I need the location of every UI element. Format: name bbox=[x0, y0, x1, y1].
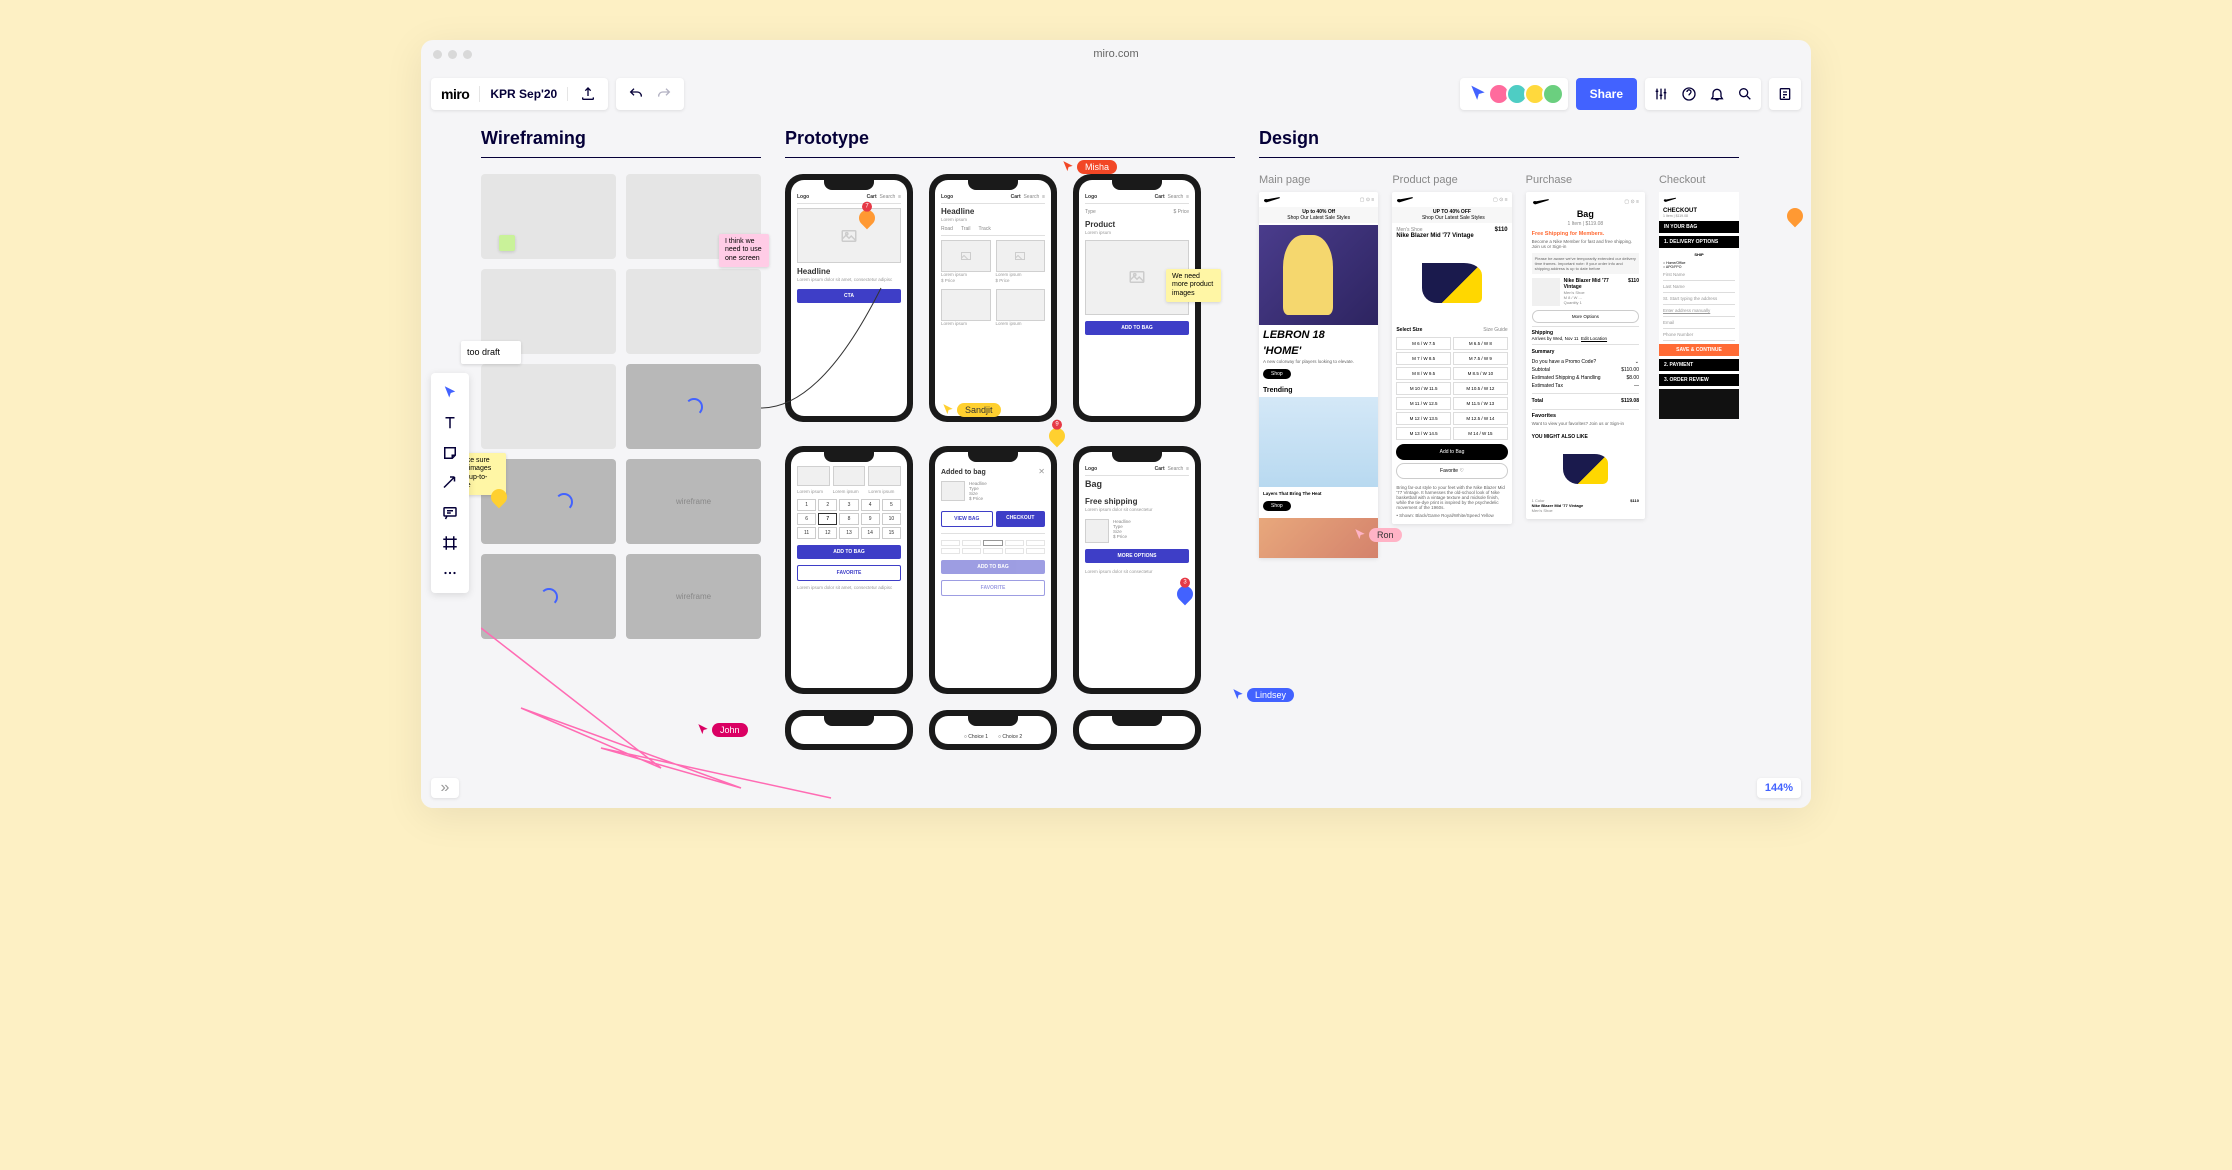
comment-tool[interactable] bbox=[435, 499, 465, 527]
collaborator-avatars[interactable] bbox=[1460, 78, 1568, 110]
design-col-title: Main page bbox=[1259, 174, 1378, 186]
notes-icon[interactable] bbox=[1769, 78, 1801, 110]
comment-icon[interactable] bbox=[499, 235, 515, 251]
collaborator-cursor: Sandjit bbox=[941, 403, 1001, 417]
phone-mockup[interactable]: ○ Choice 1○ Choice 2 bbox=[929, 710, 1057, 750]
share-button[interactable]: Share bbox=[1576, 78, 1637, 110]
select-tool[interactable] bbox=[435, 379, 465, 407]
miro-logo[interactable]: miro bbox=[441, 86, 480, 102]
settings-icon[interactable] bbox=[1651, 84, 1671, 104]
design-col-title: Purchase bbox=[1526, 174, 1645, 186]
redo-icon[interactable] bbox=[654, 84, 674, 104]
zoom-level[interactable]: 144% bbox=[1757, 778, 1801, 798]
sticky-note[interactable]: We need more product images bbox=[1166, 269, 1221, 302]
sticky-tool[interactable] bbox=[435, 439, 465, 467]
export-icon[interactable] bbox=[578, 84, 598, 104]
collaborator-cursor: Lindsey bbox=[1231, 688, 1294, 702]
tool-palette bbox=[431, 373, 469, 593]
close-icon[interactable] bbox=[433, 50, 442, 59]
phone-mockup[interactable]: We need more product images LogoCart Sea… bbox=[1073, 174, 1201, 422]
design-mockup[interactable]: ▢ ⊙ ≡ Bag 1 Item | $119.08 Free Shipping… bbox=[1526, 192, 1645, 519]
section-prototype: Prototype LogoCart Search ≡ 7 Headline L… bbox=[785, 128, 1235, 808]
wireframe-sketch[interactable]: too draft bbox=[481, 269, 616, 354]
undo-redo bbox=[616, 78, 684, 110]
phone-mockup[interactable] bbox=[1073, 710, 1201, 750]
more-tool[interactable] bbox=[435, 559, 465, 587]
browser-url: miro.com bbox=[1093, 48, 1138, 60]
section-design: Design Main page ▢ ⊙ ≡ Up to 40% OffShop… bbox=[1259, 128, 1739, 808]
maximize-icon[interactable] bbox=[463, 50, 472, 59]
collaborator-cursor: Misha bbox=[1061, 160, 1117, 174]
wireframe-placeholder[interactable]: wireframe bbox=[626, 459, 761, 544]
phone-headline: Headline bbox=[797, 267, 901, 276]
comment-icon[interactable]: 9 bbox=[1046, 425, 1069, 448]
phone-mockup[interactable] bbox=[785, 710, 913, 750]
design-col-product: Product page Make sure the images are up… bbox=[1392, 174, 1511, 558]
collaborator-cursor: John bbox=[696, 723, 748, 737]
frame-tool[interactable] bbox=[435, 529, 465, 557]
design-mockup[interactable]: ▢ ⊙ ≡ Up to 40% OffShop Our Latest Sale … bbox=[1259, 192, 1378, 558]
wireframe-sketch[interactable] bbox=[626, 269, 761, 354]
design-col-purchase: Purchase ▢ ⊙ ≡ Bag 1 Item | $119.08 Free… bbox=[1526, 174, 1645, 558]
wireframe-sketch[interactable] bbox=[481, 174, 616, 259]
phone-cta: CTA bbox=[797, 289, 901, 303]
browser-titlebar: miro.com bbox=[421, 40, 1811, 68]
search-icon[interactable] bbox=[1735, 84, 1755, 104]
wireframe-loading[interactable] bbox=[626, 364, 761, 449]
minimize-icon[interactable] bbox=[448, 50, 457, 59]
canvas[interactable]: Wireframing I think we need to use one s… bbox=[481, 128, 1811, 808]
nike-logo-icon bbox=[1263, 196, 1281, 204]
phone-mockup[interactable]: 9 Added to bag✕ HeadlineTypeSize$ Price … bbox=[929, 446, 1057, 694]
miro-app: miro KPR Sep'20 Share bbox=[421, 68, 1811, 808]
comment-icon[interactable] bbox=[1784, 205, 1807, 228]
traffic-lights[interactable] bbox=[433, 50, 472, 59]
design-mockup[interactable]: Make sure the images are up-to-date ▢ ⊙ … bbox=[1392, 192, 1511, 524]
phone-mockup[interactable]: LogoCart Search ≡ 7 Headline Lorem ipsum… bbox=[785, 174, 913, 422]
collaborator-cursor: Ron bbox=[1353, 528, 1402, 542]
undo-icon[interactable] bbox=[626, 84, 646, 104]
phone-mockup[interactable]: 3 LogoCart Search ≡ Bag Free shipping Lo… bbox=[1073, 446, 1201, 694]
expand-icon[interactable]: » bbox=[431, 778, 459, 798]
design-mockup[interactable]: CHECKOUT 1 Item | $119.08 IN YOUR BAG 1.… bbox=[1659, 192, 1739, 419]
app-topbar: miro KPR Sep'20 Share bbox=[431, 78, 1801, 110]
wireframe-loading[interactable] bbox=[481, 554, 616, 639]
section-wireframing: Wireframing I think we need to use one s… bbox=[481, 128, 761, 808]
bell-icon[interactable] bbox=[1707, 84, 1727, 104]
design-col-title: Product page bbox=[1392, 174, 1511, 186]
wireframe-placeholder[interactable]: wireframe bbox=[626, 554, 761, 639]
board-header: miro KPR Sep'20 bbox=[431, 78, 608, 110]
section-title: Wireframing bbox=[481, 128, 761, 158]
text-tool[interactable] bbox=[435, 409, 465, 437]
board-name[interactable]: KPR Sep'20 bbox=[490, 87, 568, 101]
design-col-checkout: Checkout CHECKOUT 1 Item | $119.08 IN YO… bbox=[1659, 174, 1739, 558]
phone-mockup[interactable]: Lorem ipsumLorem ipsumLorem ipsum 12345 … bbox=[785, 446, 913, 694]
shape-tool[interactable] bbox=[435, 469, 465, 497]
sticky-note[interactable]: too draft bbox=[461, 341, 521, 364]
phone-mockup[interactable]: LogoCart Search ≡ Headline Lorem ipsum R… bbox=[929, 174, 1057, 422]
cursor-icon bbox=[1468, 84, 1488, 104]
design-col-title: Checkout bbox=[1659, 174, 1739, 186]
wireframe-sketch[interactable]: I think we need to use one screen bbox=[626, 174, 761, 259]
design-col-main: Main page ▢ ⊙ ≡ Up to 40% OffShop Our La… bbox=[1259, 174, 1378, 558]
help-icon[interactable] bbox=[1679, 84, 1699, 104]
wireframe-sketch[interactable] bbox=[481, 364, 616, 449]
phone-logo: Logo bbox=[797, 194, 809, 200]
section-title: Design bbox=[1259, 128, 1739, 158]
avatar[interactable] bbox=[1542, 83, 1564, 105]
browser-window: miro.com miro KPR Sep'20 bbox=[421, 40, 1811, 808]
section-title: Prototype bbox=[785, 128, 1235, 158]
topbar-tools bbox=[1645, 78, 1761, 110]
sticky-note[interactable]: I think we need to use one screen bbox=[719, 234, 769, 267]
